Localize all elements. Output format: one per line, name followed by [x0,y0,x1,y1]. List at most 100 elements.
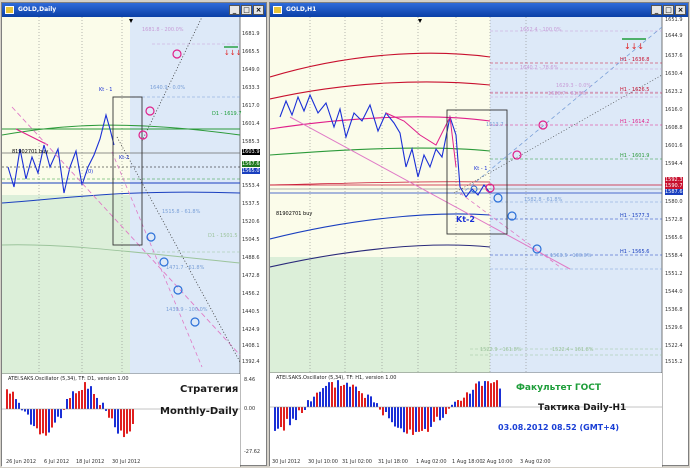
price-tick: 1515.2 [665,359,683,365]
oscillator-bar [349,386,351,407]
oscillator-bar [439,407,441,421]
oscillator-bar [102,402,104,409]
oscillator-bar [373,402,375,407]
price-tick: 1623.2 [665,89,683,95]
level-label: H1 - 1636.8 [620,57,650,63]
oscillator-bar [280,407,282,428]
oscillator-bar [105,409,107,411]
kt2-label: Kt-2 [456,215,475,224]
oscillator-bar [93,394,95,409]
oscillator-bar [475,383,477,407]
oscillator-bar [36,409,38,429]
kt-label: Kt - 1 [474,166,488,172]
time-tick: 30 Jul 2012 [112,459,141,465]
price-tag: 1603.9 [242,149,260,155]
oscillator-bar [90,386,92,409]
price-tick: 1608.8 [665,125,683,131]
oscillator-bar [409,407,411,430]
oscillator-bar [129,409,131,432]
price-tick: 1594.4 [665,161,683,167]
oscillator-bar [358,391,360,407]
price-tick: 1553.4 [242,183,260,189]
price-tick: 1544.0 [665,289,683,295]
oscillator-bar [430,407,432,427]
minimize-button[interactable]: _ [651,5,662,15]
oscillator-bar [493,382,495,407]
oscillator-bar [382,407,384,416]
fib-label: 1640.9 - 0.0% [150,85,186,91]
oscillator-bar [48,409,50,433]
window-titlebar[interactable]: GOLD,Daily _ □ × [2,3,266,17]
oscillator-bar [84,382,86,409]
oscillator-bar [111,409,113,419]
indicator-title: ATEI.SAKS.Oscillator (5,34), TF: H1, ver… [276,375,397,381]
level-label: H1 - 1565.6 [620,249,650,255]
price-tick: 1551.2 [665,271,683,277]
oscillator-bar [391,407,393,423]
price-tick: 1424.9 [242,327,260,333]
oscillator-bar [313,396,315,407]
oscillator-bar [421,407,423,431]
price-tick: 1649.0 [242,67,260,73]
oscillator-bar [57,409,59,417]
svg-text:↓↓↓: ↓↓↓ [224,49,242,57]
fib-label: 1629.3 - 0.0% [556,83,592,89]
price-tick: 1537.5 [242,201,260,207]
oscillator-bar [289,407,291,426]
time-tick: 30 Jul 2012 [272,459,301,465]
fib-label: 1522.4 - 161.8% [552,347,594,353]
indicator-tick: 8.46 [244,377,256,383]
order-label: 81902701 buy [276,211,313,217]
maximize-button[interactable]: □ [241,5,252,15]
time-tick: 30 Jul 10:00 [308,459,338,465]
oscillator-bar [460,400,462,407]
oscillator-bar [376,403,378,407]
price-chart-area[interactable]: ↓↓↓ [270,17,690,467]
oscillator-bar [499,388,501,407]
oscillator-bar [72,391,74,409]
price-tick: 1601.4 [242,121,260,127]
time-tick: 31 Jul 02:00 [342,459,372,465]
datetime-caption: 03.08.2012 08.52 (GMT+4) [498,423,620,432]
time-tick: 31 Jul 18:00 [378,459,408,465]
oscillator-bar [448,407,450,409]
minimize-button[interactable]: _ [229,5,240,15]
oscillator-bar [370,396,372,407]
price-chart-area[interactable]: ↓↓↓ [2,17,268,467]
close-button[interactable]: × [675,5,686,15]
level-label: H1 - 1601.9 [620,153,650,159]
oscillator-bar [343,384,345,407]
tactic-caption: Тактика Daily-H1 [538,403,627,413]
close-button[interactable]: × [253,5,264,15]
oscillator-bar [418,407,420,432]
price-tick: 1617.0 [242,103,260,109]
strategy-caption: Стратегия [180,384,239,395]
price-tag: 1565.0 [242,168,260,174]
oscillator-bar [114,409,116,428]
order-label: 81902701 buy [12,149,49,155]
oscillator-bar [379,407,381,410]
maximize-button[interactable]: □ [663,5,674,15]
price-tick: 1580.0 [665,199,683,205]
oscillator-bar [304,407,306,410]
oscillator-bar [123,409,125,438]
window-titlebar[interactable]: GOLD,H1 _ □ × [270,3,688,17]
price-tick: 1681.9 [242,31,260,37]
oscillator-bar [120,409,122,431]
oscillator-bar [454,401,456,407]
oscillator-bar [78,391,80,409]
oscillator-bar [319,391,321,407]
chart-window-gold-h1[interactable]: GOLD,H1 _ □ × ↓↓↓ 1651.9 1644.9 1637.6 1… [269,2,690,467]
chart-window-gold-daily[interactable]: GOLD,Daily _ □ × ↓↓↓ 1681.9 1665.5 1649.… [1,2,268,467]
oscillator-bar [484,381,486,407]
oscillator-bar [352,384,354,407]
chart-app-icon [273,6,282,14]
oscillator-bar [442,407,444,418]
price-tick: 1558.4 [665,253,683,259]
oscillator-bar [355,386,357,407]
price-tick: 1529.6 [665,325,683,331]
oscillator-bar [400,407,402,429]
wave-label: (0) [86,169,94,175]
fib-label: 1515.8 - 61.8% [162,209,201,215]
oscillator-bar [340,385,342,407]
